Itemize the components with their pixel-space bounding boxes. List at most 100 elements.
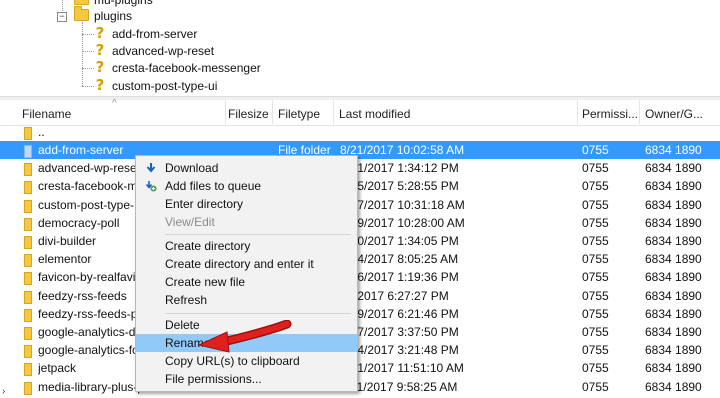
column-header-filesize[interactable]: Filesize xyxy=(228,106,269,122)
file-name: feedzy-rss-feeds-p xyxy=(38,306,138,321)
folder-icon xyxy=(24,308,32,322)
column-header-filename[interactable]: Filename xyxy=(22,106,71,122)
file-owner-group: 6834 1890 xyxy=(645,215,702,230)
folder-icon xyxy=(24,381,32,395)
file-owner-group: 6834 1890 xyxy=(645,161,702,176)
menu-item-refresh[interactable]: Refresh xyxy=(136,291,357,309)
file-row[interactable]: add-from-server File folder 8/21/2017 10:0… xyxy=(0,141,720,159)
file-row[interactable]: custom-post-type- /7/2017 10:31:18 AM 0755… xyxy=(0,196,720,214)
column-header-filetype[interactable]: Filetype xyxy=(278,106,320,122)
file-owner-group: 6834 1890 xyxy=(645,343,702,358)
file-name: elementor xyxy=(38,252,92,267)
file-row[interactable]: google-analytics-d/7/2017 3:37:50 PM 0755… xyxy=(0,323,720,341)
file-permissions: 0755 xyxy=(582,270,609,285)
file-permissions: 0755 xyxy=(582,306,609,321)
file-row[interactable]: jetpack/1/2017 11:51:10 AM 0755 6834 1890 xyxy=(0,359,720,377)
file-modified: /4/2017 3:21:48 PM xyxy=(354,343,459,358)
file-name: democracy-poll xyxy=(38,215,120,230)
folder-icon xyxy=(74,0,89,5)
menu-item-add-files-to-queue[interactable]: Add files to queue xyxy=(136,177,357,195)
menu-item-label: View/Edit xyxy=(165,215,215,229)
file-row[interactable]: favicon-by-realfavi/6/2017 1:19:36 PM 075… xyxy=(0,268,720,286)
file-row[interactable]: google-analytics-fo/4/2017 3:21:48 PM 075… xyxy=(0,341,720,359)
menu-item-label: Download xyxy=(165,161,219,175)
file-permissions: 0755 xyxy=(582,179,609,194)
file-row[interactable]: advanced-wp-reset/1/2017 1:34:12 PM 0755 6… xyxy=(0,159,720,177)
file-permissions: 0755 xyxy=(582,252,609,267)
tree-item-plugins[interactable]: plugins xyxy=(74,6,132,25)
file-owner-group: 6834 1890 xyxy=(645,179,702,194)
menu-item-file-permissions[interactable]: File permissions... xyxy=(136,370,357,388)
file-row[interactable]: media-library-plus-proFile folder8/21/20… xyxy=(0,378,720,396)
file-name: .. xyxy=(38,125,45,139)
file-permissions: 0755 xyxy=(582,361,609,376)
file-modified: /9/2017 10:28:00 AM xyxy=(354,215,465,230)
tree-item-label: add-from-server xyxy=(112,27,198,41)
file-modified: /1/2017 11:51:10 AM xyxy=(354,361,464,376)
parent-directory-row[interactable]: .. xyxy=(0,123,720,141)
scroll-left-arrow-icon[interactable]: › xyxy=(2,386,5,397)
unknown-question-icon: ? xyxy=(95,58,105,76)
unknown-question-icon: ? xyxy=(95,24,105,42)
tree-item-advanced-wp-reset[interactable]: ? advanced-wp-reset xyxy=(94,42,214,59)
tree-item-cresta-facebook-messenger[interactable]: ? cresta-facebook-messenger xyxy=(94,59,261,76)
folder-icon xyxy=(24,327,32,340)
tree-item-add-from-server[interactable]: ? add-from-server xyxy=(94,24,198,42)
file-owner-group: 6834 1890 xyxy=(645,270,702,285)
tree-guide-line xyxy=(82,22,83,86)
file-modified: /5/2017 5:28:55 PM xyxy=(354,179,459,194)
file-owner-group: 6834 1890 xyxy=(645,197,702,212)
annotation-arrow-icon xyxy=(197,320,292,353)
menu-item-label: Create directory and enter it xyxy=(165,257,314,271)
remote-directory-tree: mu-plugins − plugins ? add-from-server ? a… xyxy=(0,0,720,96)
file-row[interactable]: cresta-facebook-m/5/2017 5:28:55 PM 0755 6… xyxy=(0,177,720,195)
file-owner-group: 6834 1890 xyxy=(645,379,702,394)
tree-item-label: cresta-facebook-messenger xyxy=(112,61,261,75)
menu-item-create-new-file[interactable]: Create new file xyxy=(136,273,357,291)
collapse-toggle-icon[interactable]: − xyxy=(57,12,67,22)
menu-separator xyxy=(165,313,351,314)
column-divider[interactable] xyxy=(225,100,226,124)
file-modified: /0/2017 1:34:05 PM xyxy=(354,234,459,248)
column-header-last-modified[interactable]: Last modified xyxy=(339,106,410,122)
column-divider[interactable] xyxy=(272,100,273,124)
column-divider[interactable] xyxy=(639,100,640,124)
file-row[interactable]: democracy-poll/9/2017 10:28:00 AM 0755 683… xyxy=(0,214,720,232)
sort-ascending-icon: ^ xyxy=(112,98,117,109)
file-owner-group: 6834 1890 xyxy=(645,143,702,157)
column-divider[interactable] xyxy=(333,100,334,124)
file-row[interactable]: elementor/4/2017 8:05:25 AM 0755 6834 1890 xyxy=(0,250,720,268)
file-row[interactable]: divi-builder/0/2017 1:34:05 PM 0755 6834 1… xyxy=(0,232,720,250)
tree-item-custom-post-type-ui[interactable]: ? custom-post-type-ui xyxy=(94,77,218,94)
menu-item-create-directory-and-enter[interactable]: Create directory and enter it xyxy=(136,255,357,273)
file-permissions: 0755 xyxy=(582,325,609,339)
file-name: custom-post-type- xyxy=(38,197,135,212)
download-arrow-icon xyxy=(146,163,156,173)
tree-guide-line xyxy=(82,34,94,35)
menu-item-enter-directory[interactable]: Enter directory xyxy=(136,195,357,213)
file-modified: /1/2017 1:34:12 PM xyxy=(354,161,459,176)
column-header-permissions[interactable]: Permissi... xyxy=(582,106,638,122)
file-modified: /7/2017 10:31:18 AM xyxy=(354,197,465,212)
menu-item-label: File permissions... xyxy=(165,372,262,386)
file-modified: /4/2017 8:05:25 AM xyxy=(354,252,459,267)
file-owner-group: 6834 1890 xyxy=(645,234,702,248)
add-to-queue-icon xyxy=(145,181,157,192)
column-divider[interactable] xyxy=(577,100,578,124)
file-name: google-analytics-d xyxy=(38,325,136,339)
folder-icon xyxy=(24,290,32,304)
remote-file-list: ^ Filename Filesize Filetype Last modifi… xyxy=(0,98,720,398)
file-permissions: 0755 xyxy=(582,343,609,358)
file-row[interactable]: feedzy-rss-feeds/2017 6:27:27 PM 0755 6834… xyxy=(0,287,720,305)
menu-separator xyxy=(165,234,351,235)
folder-icon xyxy=(24,181,32,195)
file-owner-group: 6834 1890 xyxy=(645,325,702,339)
folder-icon xyxy=(24,217,32,231)
menu-item-download[interactable]: Download xyxy=(136,159,357,177)
file-name: favicon-by-realfavi xyxy=(38,270,136,285)
file-permissions: 0755 xyxy=(582,288,609,303)
file-row[interactable]: feedzy-rss-feeds-p/9/2017 6:21:46 PM 0755… xyxy=(0,305,720,323)
menu-item-create-directory[interactable]: Create directory xyxy=(136,237,357,255)
column-header-owner-group[interactable]: Owner/G... xyxy=(645,106,703,122)
file-permissions: 0755 xyxy=(582,234,609,248)
